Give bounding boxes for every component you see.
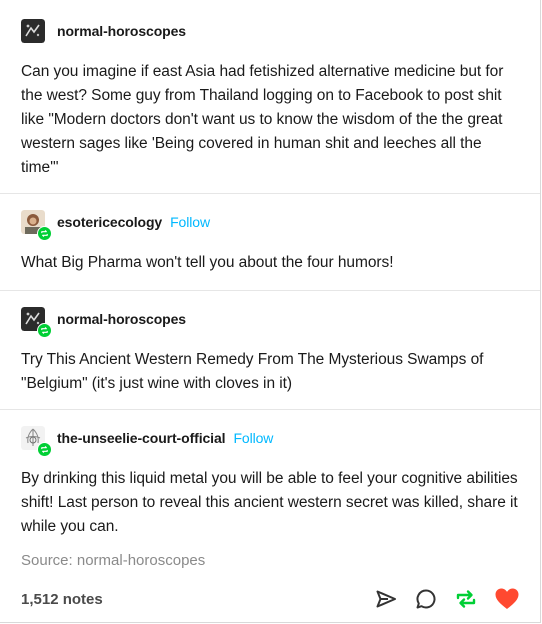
username[interactable]: normal-horoscopes	[57, 23, 186, 39]
reblog-entry: esotericecology Follow What Big Pharma w…	[0, 194, 540, 291]
username[interactable]: the-unseelie-court-official	[57, 430, 226, 446]
post-actions	[374, 587, 520, 611]
reblog-badge	[37, 323, 52, 338]
reblog-badge	[37, 226, 52, 241]
reblog-entry: normal-horoscopes Can you imagine if eas…	[0, 0, 540, 194]
avatar-image	[21, 19, 45, 43]
share-icon[interactable]	[374, 587, 398, 611]
reblog-entry: the-unseelie-court-official Follow By dr…	[0, 410, 540, 539]
reblog-header: normal-horoscopes	[21, 0, 519, 43]
post-text: What Big Pharma won't tell you about the…	[21, 254, 394, 271]
follow-button[interactable]: Follow	[170, 214, 210, 230]
post-footer: 1,512 notes	[21, 584, 520, 614]
reblog-icon[interactable]	[454, 587, 478, 611]
username[interactable]: normal-horoscopes	[57, 311, 186, 327]
post-text: By drinking this liquid metal you will b…	[21, 470, 518, 535]
follow-button[interactable]: Follow	[233, 430, 273, 446]
reblog-header: esotericecology Follow	[21, 194, 519, 241]
avatar[interactable]	[21, 426, 52, 457]
reblog-header: normal-horoscopes	[21, 291, 519, 338]
avatar[interactable]	[21, 19, 45, 43]
reblog-small-icon	[41, 446, 48, 453]
reblog-badge	[37, 442, 52, 457]
username[interactable]: esotericecology	[57, 214, 162, 230]
source-link[interactable]: Source: normal-horoscopes	[21, 552, 205, 569]
like-icon[interactable]	[494, 587, 520, 611]
reply-icon[interactable]	[414, 587, 438, 611]
reblog-header: the-unseelie-court-official Follow	[21, 410, 519, 457]
reblog-small-icon	[41, 327, 48, 334]
post-text: Try This Ancient Western Remedy From The…	[21, 351, 484, 392]
reblog-entry: normal-horoscopes Try This Ancient Weste…	[0, 291, 540, 410]
post-text: Can you imagine if east Asia had fetishi…	[21, 63, 504, 176]
reblog-small-icon	[41, 230, 48, 237]
avatar[interactable]	[21, 307, 52, 338]
avatar[interactable]	[21, 210, 52, 241]
tumblr-post: normal-horoscopes Can you imagine if eas…	[0, 0, 541, 623]
notes-count[interactable]: 1,512 notes	[21, 591, 103, 608]
